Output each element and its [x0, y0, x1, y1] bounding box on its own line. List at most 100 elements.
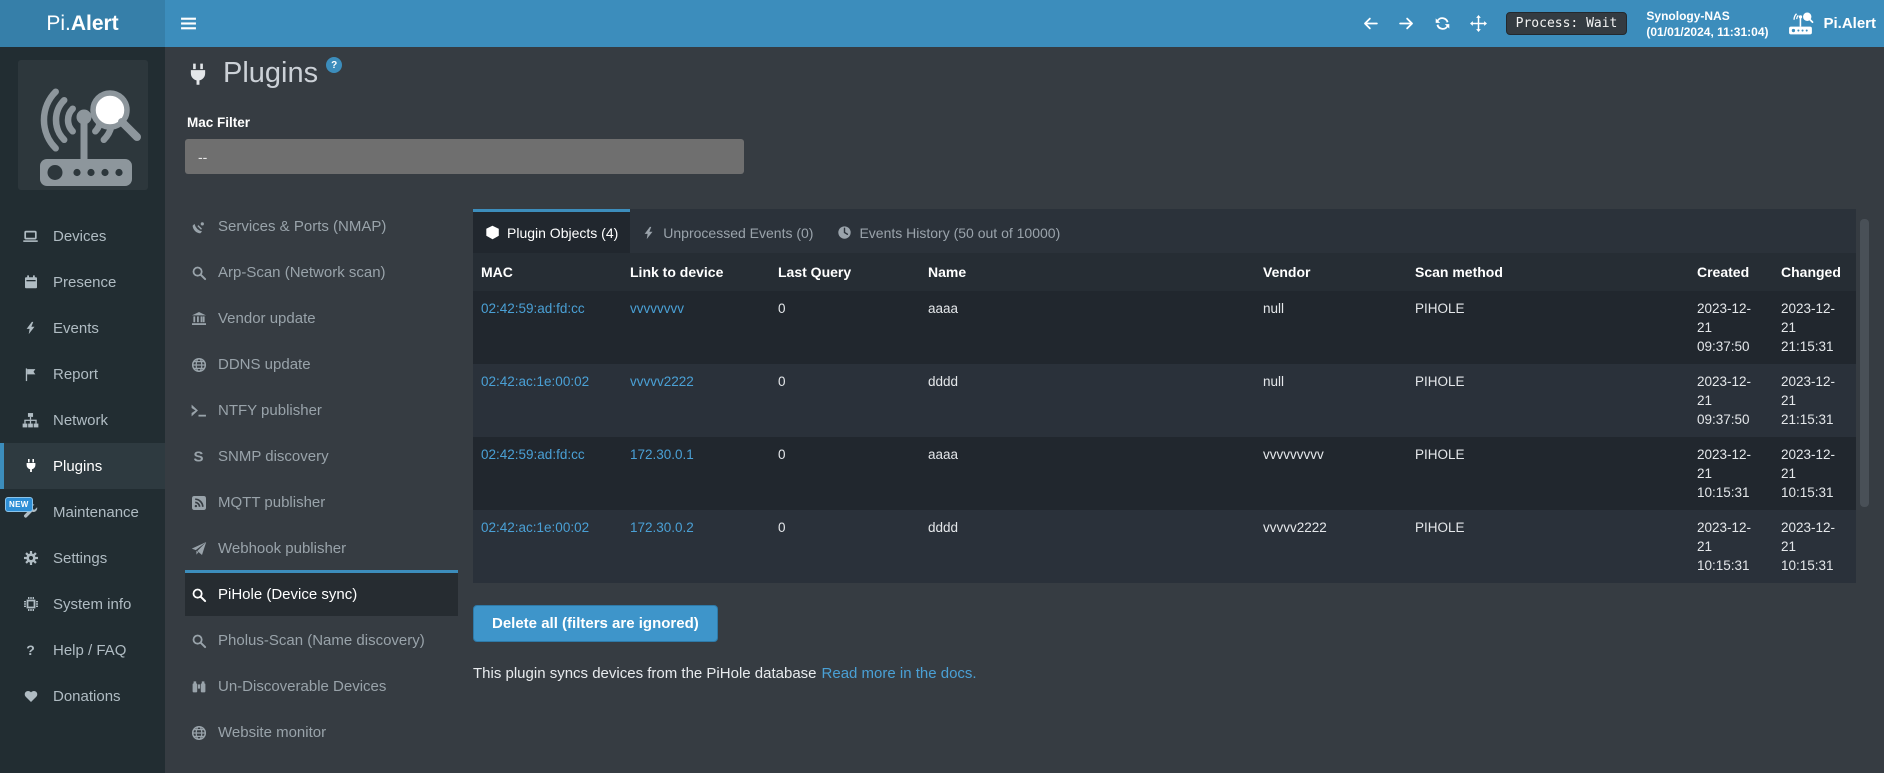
tab-label: Unprocessed Events (0): [663, 225, 813, 241]
plugin-item-services-ports-nmap[interactable]: Services & Ports (NMAP): [185, 202, 458, 248]
sidebar-item-settings[interactable]: Settings: [0, 535, 165, 581]
plugin-list: Services & Ports (NMAP) Arp-Scan (Network…: [185, 202, 458, 754]
plugin-item-un-discoverable-devices[interactable]: Un-Discoverable Devices: [185, 662, 458, 708]
move-icon[interactable]: [1470, 15, 1487, 32]
sidebar-item-donations[interactable]: Donations: [0, 673, 165, 719]
gear-icon: [21, 550, 40, 566]
sidebar-item-system-info[interactable]: System info: [0, 581, 165, 627]
column-header-last-query: Last Query: [770, 253, 920, 291]
cell-link: 172.30.0.2: [622, 510, 770, 583]
device-link[interactable]: vvvvv2222: [630, 374, 694, 389]
nav-forward-icon[interactable]: [1398, 15, 1415, 32]
column-header-scan-method: Scan method: [1407, 253, 1689, 291]
cell-last-query: 0: [770, 510, 920, 583]
cell-created: 2023-12-21 09:37:50: [1689, 291, 1773, 364]
delete-all-button[interactable]: Delete all (filters are ignored): [473, 605, 718, 642]
plugin-item-website-monitor[interactable]: Website monitor: [185, 708, 458, 754]
mac-link[interactable]: 02:42:ac:1e:00:02: [481, 374, 589, 389]
cell-name: aaaa: [920, 291, 1255, 364]
cell-changed: 2023-12-21 10:15:31: [1773, 437, 1856, 510]
plugin-description: This plugin syncs devices from the PiHol…: [473, 665, 1856, 682]
search-icon: [189, 265, 208, 281]
cell-mac: 02:42:ac:1e:00:02: [473, 510, 622, 583]
cell-vendor: null: [1255, 291, 1407, 364]
cell-created: 2023-12-21 10:15:31: [1689, 510, 1773, 583]
calendar-icon: [21, 274, 40, 290]
cell-name: aaaa: [920, 437, 1255, 510]
brand-logo[interactable]: Pi.Alert: [0, 0, 165, 47]
plugin-item-label: Services & Ports (NMAP): [218, 218, 386, 235]
plugin-objects-table: MACLink to deviceLast QueryNameVendorSca…: [473, 253, 1856, 583]
cell-mac: 02:42:59:ad:fd:cc: [473, 291, 622, 364]
sidebar-item-events[interactable]: Events: [0, 305, 165, 351]
table-row: 02:42:59:ad:fd:ccvvvvvvvv0aaaanullPIHOLE…: [473, 291, 1856, 364]
bolt-icon: [21, 321, 40, 335]
plugin-description-text: This plugin syncs devices from the PiHol…: [473, 665, 817, 682]
table-row: 02:42:ac:1e:00:02vvvvv22220ddddnullPIHOL…: [473, 364, 1856, 437]
plugin-item-snmp-discovery[interactable]: S SNMP discovery: [185, 432, 458, 478]
host-info: Synology-NAS (01/01/2024, 11:31:04): [1646, 8, 1768, 40]
plugin-item-label: Webhook publisher: [218, 540, 346, 557]
device-link[interactable]: 172.30.0.2: [630, 520, 694, 535]
content-row: Services & Ports (NMAP) Arp-Scan (Network…: [185, 202, 1884, 754]
nav-back-icon[interactable]: [1362, 15, 1379, 32]
sidebar-item-presence[interactable]: Presence: [0, 259, 165, 305]
paper-plane-icon: [189, 541, 208, 557]
pialert-logo: [18, 60, 148, 190]
tab-events-history-50-out-of-10000[interactable]: Events History (50 out of 10000): [825, 209, 1072, 253]
tab-label: Plugin Objects (4): [507, 225, 618, 241]
page-title-row: Plugins ?: [185, 55, 1884, 91]
cell-name: dddd: [920, 510, 1255, 583]
sidebar-item-network[interactable]: Network: [0, 397, 165, 443]
sidebar-item-plugins[interactable]: Plugins: [0, 443, 165, 489]
tab-unprocessed-events-0[interactable]: Unprocessed Events (0): [630, 209, 825, 253]
host-timestamp: (01/01/2024, 11:31:04): [1646, 24, 1768, 40]
column-header-changed: Changed: [1773, 253, 1856, 291]
mac-link[interactable]: 02:42:59:ad:fd:cc: [481, 447, 585, 462]
mac-link[interactable]: 02:42:59:ad:fd:cc: [481, 301, 585, 316]
mac-link[interactable]: 02:42:ac:1e:00:02: [481, 520, 589, 535]
sidebar-toggle-button[interactable]: [165, 0, 211, 47]
sidebar-item-label: Events: [53, 320, 99, 337]
pialert-home-link[interactable]: Pi.Alert: [1787, 12, 1876, 35]
plugin-item-webhook-publisher[interactable]: Webhook publisher: [185, 524, 458, 570]
sidebar-item-label: Settings: [53, 550, 107, 567]
sitemap-icon: [21, 412, 40, 429]
sidebar-item-label: System info: [53, 596, 131, 613]
sidebar-item-report[interactable]: Report: [0, 351, 165, 397]
sidebar-item-label: Devices: [53, 228, 106, 245]
table-scrollbar[interactable]: [1860, 219, 1869, 507]
clock-icon: [837, 225, 852, 240]
process-status-badge: Process: Wait: [1506, 12, 1628, 35]
plugin-item-pholus-scan-name-discovery[interactable]: Pholus-Scan (Name discovery): [185, 616, 458, 662]
plugin-item-mqtt-publisher[interactable]: MQTT publisher: [185, 478, 458, 524]
column-header-mac: MAC: [473, 253, 622, 291]
plugin-item-label: MQTT publisher: [218, 494, 325, 511]
cell-changed: 2023-12-21 10:15:31: [1773, 510, 1856, 583]
device-link[interactable]: vvvvvvvv: [630, 301, 684, 316]
svg-text:?: ?: [26, 643, 35, 658]
device-link[interactable]: 172.30.0.1: [630, 447, 694, 462]
tab-panel: Plugin Objects (4) Unprocessed Events (0)…: [473, 209, 1856, 754]
sidebar-item-label: Report: [53, 366, 98, 383]
sidebar-item-help-faq[interactable]: ?Help / FAQ: [0, 627, 165, 673]
tab-bar: Plugin Objects (4) Unprocessed Events (0)…: [473, 209, 1856, 253]
mac-filter-input[interactable]: [185, 139, 744, 174]
refresh-icon[interactable]: [1434, 15, 1451, 32]
tab-label: Events History (50 out of 10000): [859, 225, 1060, 241]
plugin-item-ddns-update[interactable]: DDNS update: [185, 340, 458, 386]
sidebar-item-devices[interactable]: Devices: [0, 213, 165, 259]
svg-text:S: S: [193, 449, 203, 464]
plugin-item-arp-scan-network-scan[interactable]: Arp-Scan (Network scan): [185, 248, 458, 294]
plugin-item-label: SNMP discovery: [218, 448, 329, 465]
sidebar-item-maintenance[interactable]: MaintenanceNEW: [0, 489, 165, 535]
help-badge[interactable]: ?: [326, 57, 342, 73]
plugin-item-ntfy-publisher[interactable]: NTFY publisher: [185, 386, 458, 432]
plugin-item-pihole-device-sync[interactable]: PiHole (Device sync): [185, 570, 458, 616]
docs-link[interactable]: Read more in the docs.: [822, 665, 977, 682]
table-row: 02:42:59:ad:fd:cc172.30.0.10aaaavvvvvvvv…: [473, 437, 1856, 510]
plugin-item-vendor-update[interactable]: Vendor update: [185, 294, 458, 340]
plugin-item-label: DDNS update: [218, 356, 311, 373]
app-name: Pi.Alert: [1823, 15, 1876, 32]
tab-plugin-objects-4[interactable]: Plugin Objects (4): [473, 209, 630, 253]
